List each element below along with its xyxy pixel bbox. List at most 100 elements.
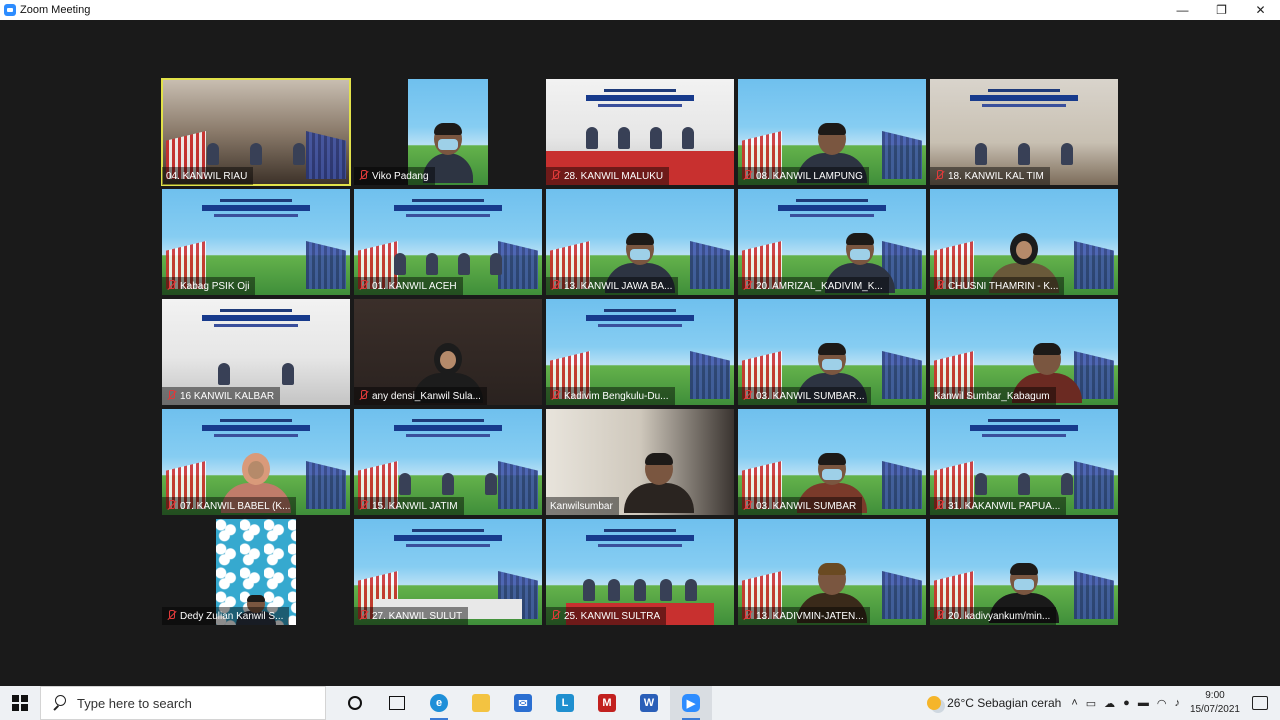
video-tile[interactable]: 08. KANWIL LAMPUNG (738, 79, 926, 185)
participant-name: 25. KANWIL SULTRA (564, 610, 661, 622)
banner-decoration (772, 199, 892, 229)
wifi-icon[interactable]: ◠ (1157, 697, 1167, 710)
battery-icon[interactable]: ▬ (1138, 697, 1149, 709)
banner-decoration (388, 419, 508, 449)
video-tile[interactable]: 03. KANWIL SUMBAR... (738, 299, 926, 405)
flags-decoration (882, 131, 922, 179)
l-app-icon: L (556, 694, 574, 712)
participant-nameplate: Viko Padang (354, 167, 435, 185)
participant-name: 07. KANWIL BABEL (K... (180, 500, 291, 512)
edge-button[interactable]: e (418, 686, 460, 720)
clock-date: 15/07/2021 (1189, 704, 1240, 715)
microphone-icon[interactable]: ● (1123, 697, 1130, 709)
participant-name: 18. KANWIL KAL TIM (948, 170, 1044, 182)
weather-icon (927, 696, 942, 710)
participants-group (192, 363, 320, 385)
close-button[interactable]: ✕ (1241, 0, 1280, 20)
video-tile[interactable]: Kanwilsumbar (546, 409, 734, 515)
mic-muted-icon (934, 610, 944, 622)
window-title-bar: Zoom Meeting — ❐ ✕ (0, 0, 1280, 20)
network-device-icon[interactable]: ▭ (1086, 697, 1096, 710)
mic-muted-icon (934, 500, 944, 512)
l-app-button[interactable]: L (544, 686, 586, 720)
banner-decoration (196, 419, 316, 449)
cortana-button[interactable] (334, 686, 376, 720)
start-button[interactable] (0, 686, 40, 720)
participant-name: Dedy Zulian Kanwil S... (180, 610, 284, 622)
video-tile[interactable]: any densi_Kanwil Sula... (354, 299, 542, 405)
maximize-button[interactable]: ❐ (1202, 0, 1241, 20)
participant-nameplate: 31. KAKANWIL PAPUA... (930, 497, 1067, 515)
show-hidden-icons-icon[interactable]: ˄ (1071, 697, 1077, 709)
video-tile[interactable]: 16 KANWIL KALBAR (162, 299, 350, 405)
video-tile[interactable]: 31. KAKANWIL PAPUA... (930, 409, 1118, 515)
participant-name: 03. KANWIL SUMBAR... (756, 390, 865, 402)
mic-muted-icon (742, 390, 752, 402)
file-explorer-button[interactable] (460, 686, 502, 720)
participant-name: Viko Padang (372, 170, 429, 182)
participant-nameplate: 20. kadivyankum/min... (930, 607, 1057, 625)
video-tile[interactable]: 25. KANWIL SULTRA (546, 519, 734, 625)
minimize-button[interactable]: — (1163, 0, 1202, 20)
video-tile[interactable]: 15. KANWIL JATIM (354, 409, 542, 515)
banner-decoration (388, 199, 508, 229)
video-tile[interactable]: Dedy Zulian Kanwil S... (162, 519, 350, 625)
video-tile[interactable]: 13. KADIVMIN-JATEN... (738, 519, 926, 625)
mail-button[interactable]: ✉ (502, 686, 544, 720)
participant-nameplate: 27. KANWIL SULUT (354, 607, 469, 625)
participant-name: 13. KANWIL JAWA BA... (564, 280, 673, 292)
video-tile[interactable]: 28. KANWIL MALUKU (546, 79, 734, 185)
participant-name: 16 KANWIL KALBAR (180, 390, 275, 402)
mail-icon: ✉ (514, 694, 532, 712)
zoom-button[interactable]: ▶ (670, 686, 712, 720)
cortana-icon (348, 696, 362, 710)
video-tile[interactable]: Kadivim Bengkulu-Du... (546, 299, 734, 405)
participant-nameplate: 16 KANWIL KALBAR (162, 387, 281, 405)
clock[interactable]: 9:00 15/07/2021 (1190, 689, 1240, 717)
video-tile[interactable]: 03. KANWIL SUMBAR (738, 409, 926, 515)
participant-name: 13. KADIVMIN-JATEN... (756, 610, 864, 622)
participant-name: 31. KAKANWIL PAPUA... (948, 500, 1061, 512)
onedrive-icon[interactable]: ☁ (1104, 697, 1115, 710)
mcafee-button[interactable]: M (586, 686, 628, 720)
video-tile[interactable]: 07. KANWIL BABEL (K... (162, 409, 350, 515)
tray-icons: ˄ ▭ ☁ ● ▬ ◠ ♪ (1071, 697, 1180, 710)
video-tile[interactable]: Kanwil Sumbar_Kabagum (930, 299, 1118, 405)
video-tile[interactable]: CHUSNI THAMRIN - K... (930, 189, 1118, 295)
word-button[interactable]: W (628, 686, 670, 720)
video-tile[interactable]: 27. KANWIL SULUT (354, 519, 542, 625)
video-tile[interactable]: Kabag PSIK Oji (162, 189, 350, 295)
task-view-button[interactable] (376, 686, 418, 720)
mic-muted-icon (742, 610, 752, 622)
participant-nameplate: 07. KANWIL BABEL (K... (162, 497, 297, 515)
video-tile[interactable]: 18. KANWIL KAL TIM (930, 79, 1118, 185)
video-tile[interactable]: 01. KANWIL ACEH (354, 189, 542, 295)
weather-widget[interactable]: 26°C Sebagian cerah (927, 696, 1061, 710)
windows-logo-icon (12, 695, 28, 711)
volume-icon[interactable]: ♪ (1174, 697, 1180, 709)
search-icon (51, 694, 69, 712)
flags-decoration (306, 461, 346, 509)
mic-muted-icon (358, 280, 368, 292)
participant-nameplate: 04. KANWIL RIAU (162, 167, 254, 185)
flags-decoration (1074, 241, 1114, 289)
taskbar-search-box[interactable]: Type here to search (40, 686, 326, 720)
notifications-icon[interactable] (1252, 696, 1268, 710)
video-tile[interactable]: 20. kadivyankum/min... (930, 519, 1118, 625)
participant-nameplate: any densi_Kanwil Sula... (354, 387, 487, 405)
video-tile[interactable]: 20. AMRIZAL_KADIVIM_K... (738, 189, 926, 295)
zoom-icon: ▶ (682, 694, 700, 712)
gallery-view: 04. KANWIL RIAU Viko Padang 28. KANWIL M… (0, 20, 1280, 686)
video-tile[interactable]: Viko Padang (354, 79, 542, 185)
participant-name: 08. KANWIL LAMPUNG (756, 170, 863, 182)
participant-nameplate: 13. KADIVMIN-JATEN... (738, 607, 870, 625)
banner-decoration (964, 89, 1084, 119)
video-tile[interactable]: 13. KANWIL JAWA BA... (546, 189, 734, 295)
mic-muted-icon (166, 280, 176, 292)
task-view-icon (389, 696, 405, 710)
video-tile[interactable]: 04. KANWIL RIAU (161, 78, 351, 186)
participant-name: 20. kadivyankum/min... (948, 610, 1051, 622)
participants-group (576, 579, 704, 601)
participant-figure (623, 453, 694, 515)
banner-decoration (196, 199, 316, 229)
